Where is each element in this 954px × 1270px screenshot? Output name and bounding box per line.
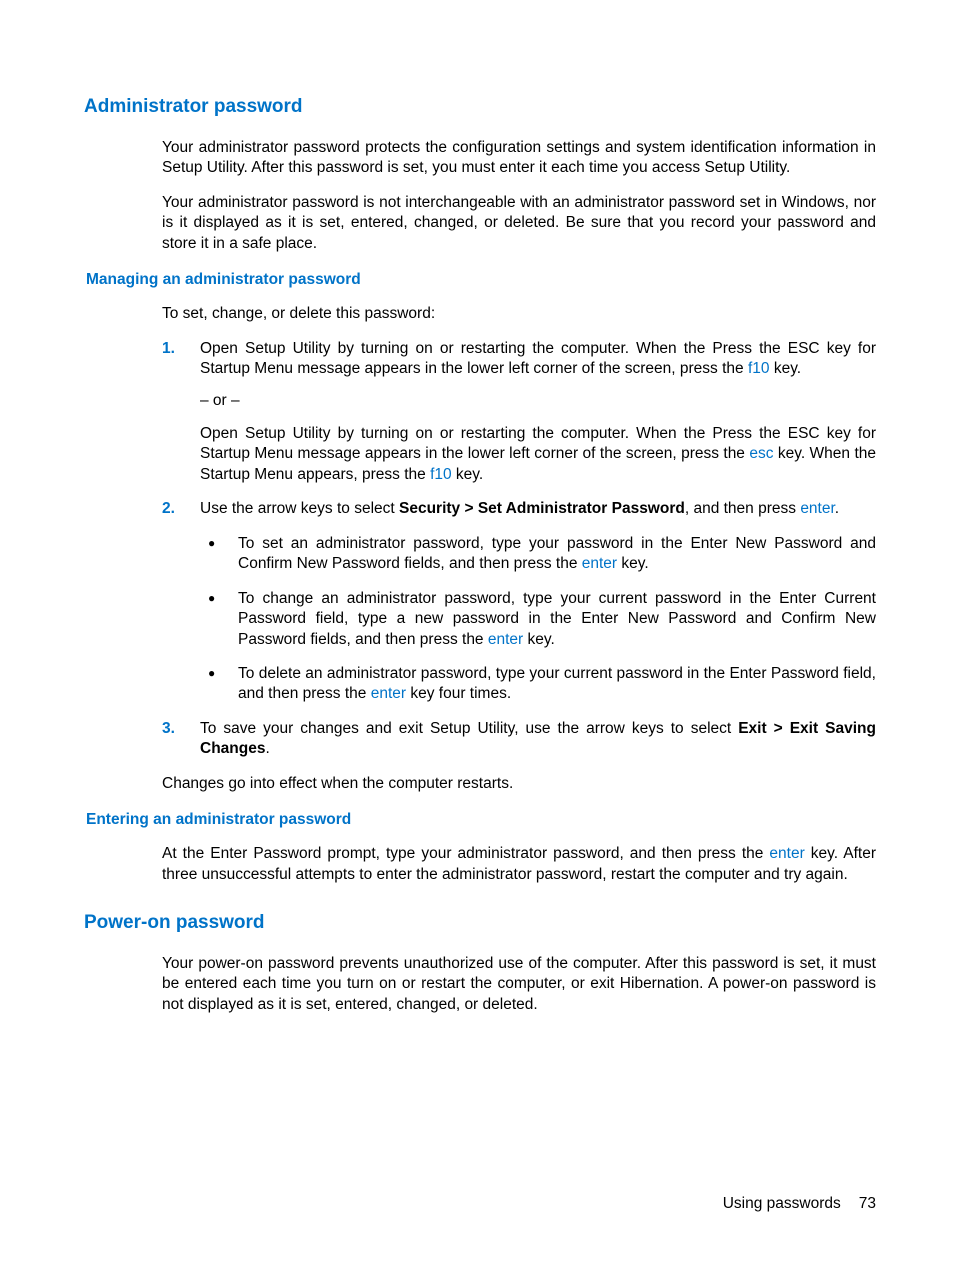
managing-outro: Changes go into effect when the computer… — [162, 774, 876, 794]
step-3: 3. To save your changes and exit Setup U… — [162, 719, 876, 760]
admin-intro-p1: Your administrator password protects the… — [162, 138, 876, 179]
key-esc: esc — [749, 445, 773, 462]
entering-para: At the Enter Password prompt, type your … — [162, 844, 876, 885]
step3-text-b: . — [265, 740, 269, 757]
bullet-set-password: To set an administrator password, type y… — [200, 534, 876, 575]
step-1: 1. Open Setup Utility by turning on or r… — [162, 339, 876, 486]
heading-managing-admin: Managing an administrator password — [86, 270, 876, 290]
key-enter: enter — [769, 845, 804, 862]
managing-intro: To set, change, or delete this password: — [162, 304, 876, 324]
step-2: 2. Use the arrow keys to select Security… — [162, 499, 876, 705]
managing-steps-list: 1. Open Setup Utility by turning on or r… — [162, 339, 876, 760]
bul2-b: key. — [523, 631, 555, 648]
step2-text-b: , and then press — [685, 500, 800, 517]
footer-page-number: 73 — [859, 1195, 876, 1212]
key-f10: f10 — [748, 360, 770, 377]
heading-administrator-password: Administrator password — [84, 95, 876, 120]
bullet-change-password: To change an administrator password, typ… — [200, 589, 876, 650]
bul1-a: To set an administrator password, type y… — [238, 535, 876, 572]
step2-bullets: To set an administrator password, type y… — [200, 534, 876, 705]
step1-alt: Open Setup Utility by turning on or rest… — [200, 424, 876, 485]
key-enter: enter — [800, 500, 834, 517]
heading-power-on-password: Power-on password — [84, 911, 876, 936]
heading-entering-admin: Entering an administrator password — [86, 810, 876, 830]
power-on-para: Your power-on password prevents unauthor… — [162, 954, 876, 1015]
key-enter: enter — [582, 555, 617, 572]
page-footer: Using passwords 73 — [723, 1194, 876, 1214]
key-enter: enter — [371, 685, 406, 702]
admin-intro-p2: Your administrator password is not inter… — [162, 193, 876, 254]
bullet-delete-password: To delete an administrator password, typ… — [200, 664, 876, 705]
step2-menu-path: Security > Set Administrator Password — [399, 500, 685, 517]
step-number: 3. — [162, 719, 175, 739]
entering-a: At the Enter Password prompt, type your … — [162, 845, 769, 862]
step1-text-b: key. — [770, 360, 802, 377]
step-number: 1. — [162, 339, 175, 359]
footer-chapter: Using passwords — [723, 1195, 841, 1212]
bul3-b: key four times. — [406, 685, 511, 702]
key-f10-b: f10 — [430, 466, 452, 483]
key-enter: enter — [488, 631, 523, 648]
bul2-a: To change an administrator password, typ… — [238, 590, 876, 648]
step2-text-a: Use the arrow keys to select — [200, 500, 399, 517]
step2-text-c: . — [835, 500, 839, 517]
step3-text-a: To save your changes and exit Setup Util… — [200, 720, 738, 737]
step1-text-e: key. — [452, 466, 484, 483]
bul1-b: key. — [617, 555, 649, 572]
step1-or: – or – — [200, 391, 876, 411]
bul3-a: To delete an administrator password, typ… — [238, 665, 876, 702]
step-number: 2. — [162, 499, 175, 519]
